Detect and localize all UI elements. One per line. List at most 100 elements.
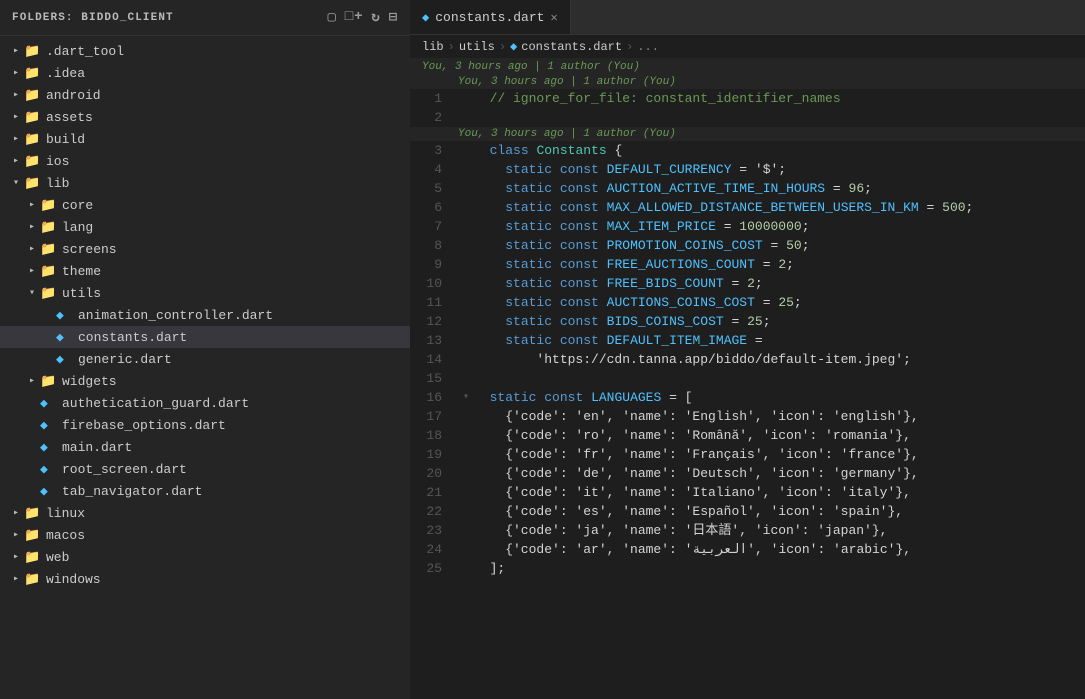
item-label-android: android [46, 88, 101, 103]
breadcrumb-utils[interactable]: utils [459, 40, 495, 54]
sidebar: FOLDERS: BIDDO_CLIENT ︎▢ □+ ↻ ⊟ ▸📁.dart_… [0, 0, 410, 699]
line-content-25: ]; [474, 559, 1085, 578]
sidebar-item-linux[interactable]: ▸📁linux [0, 502, 410, 524]
sidebar-item-animation_controller[interactable]: ◆animation_controller.dart [0, 304, 410, 326]
collapse-icon[interactable]: ⊟ [389, 9, 398, 26]
tab-filename: constants.dart [435, 10, 544, 25]
folder-orange-icon: 📁 [40, 242, 58, 257]
sidebar-item-authetication_guard[interactable]: ◆authetication_guard.dart [0, 392, 410, 414]
breadcrumb-lib[interactable]: lib [422, 40, 444, 54]
item-label-web: web [46, 550, 69, 565]
sidebar-item-main[interactable]: ◆main.dart [0, 436, 410, 458]
item-label-windows: windows [46, 572, 101, 587]
item-label-tab_navigator: tab_navigator.dart [62, 484, 202, 499]
sidebar-item-screens[interactable]: ▸📁screens [0, 238, 410, 260]
line-content-23: {'code': 'ja', 'name': '日本語', 'icon': 'j… [474, 521, 1085, 540]
line-number-23: 23 [410, 521, 458, 540]
folder-green-icon: 📁 [24, 88, 42, 103]
line-content-21: {'code': 'it', 'name': 'Italiano', 'icon… [474, 483, 1085, 502]
breadcrumb-file[interactable]: constants.dart [521, 40, 622, 54]
line-content-16: static const LANGUAGES = [ [474, 388, 1085, 407]
line-content-13: static const DEFAULT_ITEM_IMAGE = [474, 331, 1085, 350]
chevron-icon: ▸ [8, 551, 24, 563]
dart-file-icon: ◆ [422, 10, 429, 25]
item-label-lang: lang [62, 220, 93, 235]
code-line-18: 18 {'code': 'ro', 'name': 'Română', 'ico… [410, 426, 1085, 445]
sidebar-item-idea[interactable]: ▸📁.idea [0, 62, 410, 84]
sidebar-item-widgets[interactable]: ▸📁widgets [0, 370, 410, 392]
code-line-8: 8 static const PROMOTION_COINS_COST = 50… [410, 236, 1085, 255]
chevron-icon: ▸ [8, 111, 24, 123]
chevron-icon: ▸ [8, 89, 24, 101]
chevron-icon: ▸ [24, 221, 40, 233]
breadcrumb-sep1: › [448, 40, 455, 54]
folder-orange-icon: 📁 [40, 220, 58, 235]
sidebar-item-tab_navigator[interactable]: ◆tab_navigator.dart [0, 480, 410, 502]
sidebar-item-ios[interactable]: ▸📁ios [0, 150, 410, 172]
folder-blue-icon: 📁 [24, 154, 42, 169]
item-label-assets: assets [46, 110, 93, 125]
sidebar-tree: ▸📁.dart_tool▸📁.idea▸📁android▸📁assets▸📁bu… [0, 36, 410, 699]
line-number-19: 19 [410, 445, 458, 464]
sidebar-item-core[interactable]: ▸📁core [0, 194, 410, 216]
code-line-12: 12 static const BIDS_COINS_COST = 25; [410, 312, 1085, 331]
sidebar-header-icons: ︎▢ □+ ↻ ⊟ [327, 9, 398, 26]
sidebar-item-windows[interactable]: ▸📁windows [0, 568, 410, 590]
sidebar-item-root_screen[interactable]: ◆root_screen.dart [0, 458, 410, 480]
line-content-14: 'https://cdn.tanna.app/biddo/default-ite… [474, 350, 1085, 369]
code-line-17: 17 {'code': 'en', 'name': 'English', 'ic… [410, 407, 1085, 426]
line-content-19: {'code': 'fr', 'name': 'Français', 'icon… [474, 445, 1085, 464]
line-number-9: 9 [410, 255, 458, 274]
code-area[interactable]: You, 3 hours ago | 1 author (You)1 // ig… [410, 75, 1085, 699]
line-number-20: 20 [410, 464, 458, 483]
sidebar-item-web[interactable]: ▸📁web [0, 546, 410, 568]
line-number-1: 1 [410, 89, 458, 108]
constants-tab[interactable]: ◆ constants.dart ✕ [410, 0, 571, 34]
dart-icon: ◆ [40, 396, 58, 411]
sidebar-item-build[interactable]: ▸📁build [0, 128, 410, 150]
folder-orange-icon: 📁 [40, 264, 58, 279]
tab-close-icon[interactable]: ✕ [550, 10, 557, 25]
chevron-icon: ▸ [8, 67, 24, 79]
sidebar-item-utils[interactable]: ▾📁utils [0, 282, 410, 304]
refresh-icon[interactable]: ↻ [371, 9, 380, 26]
sidebar-item-theme[interactable]: ▸📁theme [0, 260, 410, 282]
sidebar-item-lang[interactable]: ▸📁 lang [0, 216, 410, 238]
sidebar-item-macos[interactable]: ▸📁macos [0, 524, 410, 546]
line-content-12: static const BIDS_COINS_COST = 25; [474, 312, 1085, 331]
code-line-10: 10 static const FREE_BIDS_COUNT = 2; [410, 274, 1085, 293]
folder-yellow-icon: 📁 [24, 66, 42, 81]
code-line-25: 25 ]; [410, 559, 1085, 578]
item-label-ios: ios [46, 154, 69, 169]
item-label-widgets: widgets [62, 374, 117, 389]
fold-indicator-16[interactable]: ▾ [458, 388, 474, 407]
sidebar-item-lib[interactable]: ▾📁lib [0, 172, 410, 194]
sidebar-item-dart_tool[interactable]: ▸📁.dart_tool [0, 40, 410, 62]
item-label-core: core [62, 198, 93, 213]
sidebar-item-android[interactable]: ▸📁 android [0, 84, 410, 106]
folder-yellow-icon: 📁 [24, 132, 42, 147]
line-content-1: // ignore_for_file: constant_identifier_… [474, 89, 1085, 108]
line-content-3: class Constants { [474, 141, 1085, 160]
sidebar-item-generic[interactable]: ◆generic.dart [0, 348, 410, 370]
folder-yellow-icon: 📁 [40, 198, 58, 213]
chevron-icon: ▸ [24, 265, 40, 277]
line-content-24: {'code': 'ar', 'name': 'العربية', 'icon'… [474, 540, 1085, 559]
line-content-9: static const FREE_AUCTIONS_COUNT = 2; [474, 255, 1085, 274]
dart-icon: ◆ [40, 418, 58, 433]
line-number-13: 13 [410, 331, 458, 350]
folder-yellow-icon: 📁 [24, 176, 42, 191]
code-line-2: 2 [410, 108, 1085, 127]
breadcrumb-sep3: › [626, 40, 633, 54]
folder-yellow-icon: 📁 [24, 572, 42, 587]
new-file-icon[interactable]: ︎▢ [327, 9, 336, 26]
editor: ◆ constants.dart ✕ lib › utils › ◆ const… [410, 0, 1085, 699]
line-content-7: static const MAX_ITEM_PRICE = 10000000; [474, 217, 1085, 236]
breadcrumb-more[interactable]: ... [637, 40, 659, 54]
code-line-24: 24 {'code': 'ar', 'name': 'العربية', 'ic… [410, 540, 1085, 559]
sidebar-item-firebase_options[interactable]: ◆firebase_options.dart [0, 414, 410, 436]
line-number-11: 11 [410, 293, 458, 312]
sidebar-item-constants[interactable]: ◆constants.dart [0, 326, 410, 348]
sidebar-item-assets[interactable]: ▸📁assets [0, 106, 410, 128]
new-folder-icon[interactable]: □+ [345, 9, 364, 26]
